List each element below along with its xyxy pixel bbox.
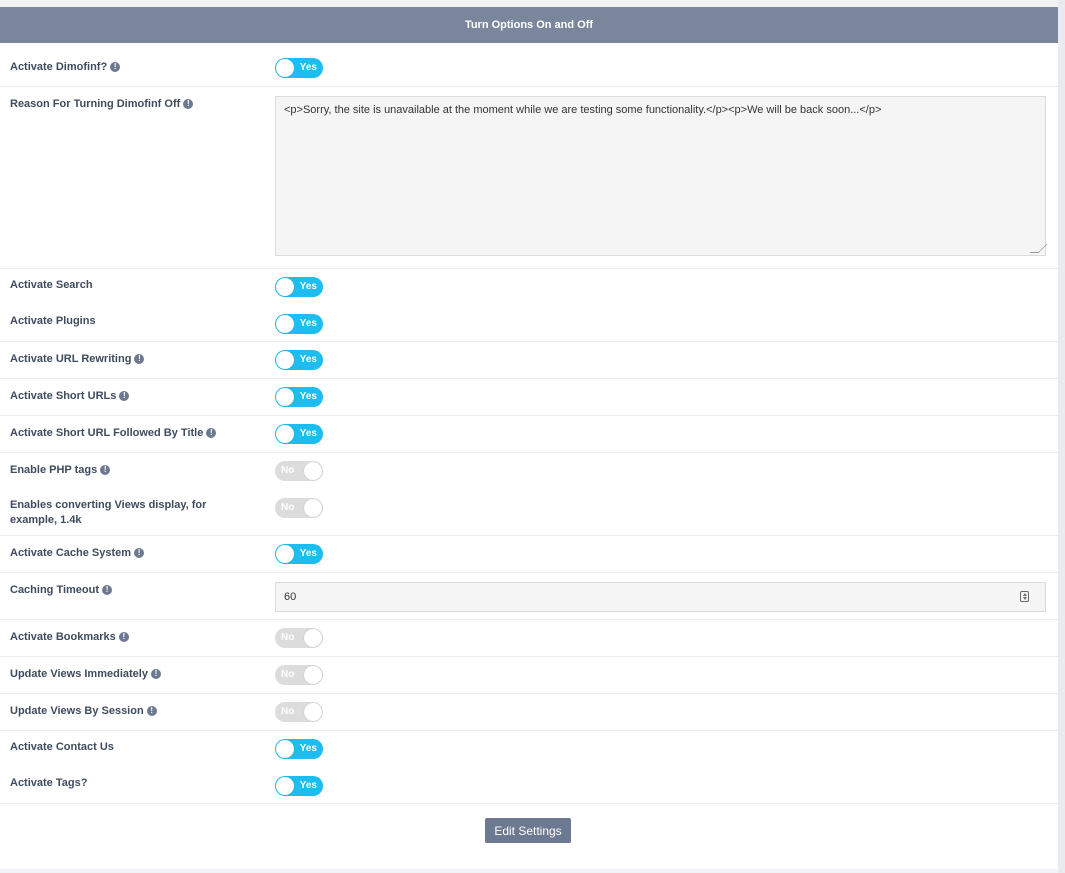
info-icon[interactable]: ! [134,548,145,558]
toggle-views-immediately[interactable]: No [275,665,323,685]
toggle-knob [276,59,294,77]
row-activate-dimofinf: Activate Dimofinf?! Yes [0,43,1058,87]
toggle-views-display[interactable]: No [275,498,323,518]
info-icon[interactable]: ! [150,669,161,679]
row-bookmarks: Activate Bookmarks! No [0,620,1058,657]
info-icon[interactable]: ! [102,585,113,595]
info-icon[interactable]: ! [110,62,121,72]
row-views-immediately: Update Views Immediately! No [0,657,1058,694]
label-views-session: Update Views By Session [10,705,144,717]
label-php-tags: Enable PHP tags [10,464,98,476]
toggle-php-tags[interactable]: No [275,461,323,481]
label-activate-search: Activate Search [10,279,93,291]
label-url-rewriting: Activate URL Rewriting [10,353,132,365]
label-activate-plugins: Activate Plugins [10,315,96,327]
toggle-short-urls[interactable]: Yes [275,387,323,407]
toggle-knob [304,462,322,480]
toggle-url-rewriting[interactable]: Yes [275,350,323,370]
resize-handle-icon[interactable] [1029,244,1048,253]
toggle-knob [304,703,322,721]
settings-panel: Turn Options On and Off Activate Dimofin… [0,7,1058,869]
toggle-bookmarks[interactable]: No [275,628,323,648]
info-icon[interactable]: ! [119,391,130,401]
toggle-knob [276,351,294,369]
label-reason-off: Reason For Turning Dimofinf Off [10,98,181,110]
toggle-knob [276,278,294,296]
toggle-knob [276,740,294,758]
label-views-display: Enables converting Views display, for ex… [10,499,207,526]
label-short-url-title: Activate Short URL Followed By Title [10,427,204,439]
panel-title: Turn Options On and Off [464,19,594,31]
toggle-contact-us[interactable]: Yes [275,739,323,759]
toggle-cache-system[interactable]: Yes [275,544,323,564]
row-views-session: Update Views By Session! No [0,694,1058,731]
toggle-knob [276,388,294,406]
info-icon[interactable]: ! [146,706,157,716]
toggle-knob [276,545,294,563]
label-cache-system: Activate Cache System [10,547,132,559]
label-activate-dimofinf: Activate Dimofinf? [10,61,108,73]
toggle-knob [276,315,294,333]
panel-header: Turn Options On and Off [0,7,1058,43]
form-footer: Edit Settings [0,804,1058,870]
toggle-knob [304,499,322,517]
toggle-activate-search[interactable]: Yes [275,277,323,297]
toggle-knob [276,777,294,795]
info-icon[interactable]: ! [100,465,111,475]
row-php-views: Enable PHP tags! No Enables converting V… [0,453,1058,536]
toggle-knob [304,629,322,647]
row-reason-off: Reason For Turning Dimofinf Off! <p>Sorr… [0,87,1058,269]
label-views-immediately: Update Views Immediately [10,668,148,680]
reason-off-textarea[interactable]: <p>Sorry, the site is unavailable at the… [275,96,1048,256]
label-contact-us: Activate Contact Us [10,741,114,753]
toggle-knob [304,666,322,684]
row-search-plugins: Activate Search Yes Activate Plugins Yes [0,269,1058,342]
toggle-activate-dimofinf[interactable]: Yes [275,58,323,78]
row-short-urls: Activate Short URLs! Yes [0,379,1058,416]
edit-settings-button[interactable]: Edit Settings [485,818,571,843]
toggle-activate-plugins[interactable]: Yes [275,314,323,334]
label-short-urls: Activate Short URLs [10,390,117,402]
number-spinner-icon[interactable] [1020,591,1029,602]
info-icon[interactable]: ! [183,99,194,109]
label-bookmarks: Activate Bookmarks [10,631,116,643]
label-tags: Activate Tags? [10,777,88,789]
info-icon[interactable]: ! [134,354,145,364]
row-caching-timeout: Caching Timeout! 60 [0,573,1058,620]
caching-timeout-input[interactable]: 60 [275,582,1046,612]
toggle-views-session[interactable]: No [275,702,323,722]
row-url-rewriting: Activate URL Rewriting! Yes [0,342,1058,379]
row-short-url-title: Activate Short URL Followed By Title! Ye… [0,416,1058,453]
toggle-tags[interactable]: Yes [275,776,323,796]
toggle-knob [276,425,294,443]
scrollbar[interactable] [1058,0,1065,873]
label-caching-timeout: Caching Timeout [10,584,100,596]
info-icon[interactable]: ! [206,428,217,438]
toggle-short-url-title[interactable]: Yes [275,424,323,444]
row-cache-system: Activate Cache System! Yes [0,536,1058,573]
info-icon[interactable]: ! [118,632,129,642]
row-contact-tags: Activate Contact Us Yes Activate Tags? Y… [0,731,1058,804]
